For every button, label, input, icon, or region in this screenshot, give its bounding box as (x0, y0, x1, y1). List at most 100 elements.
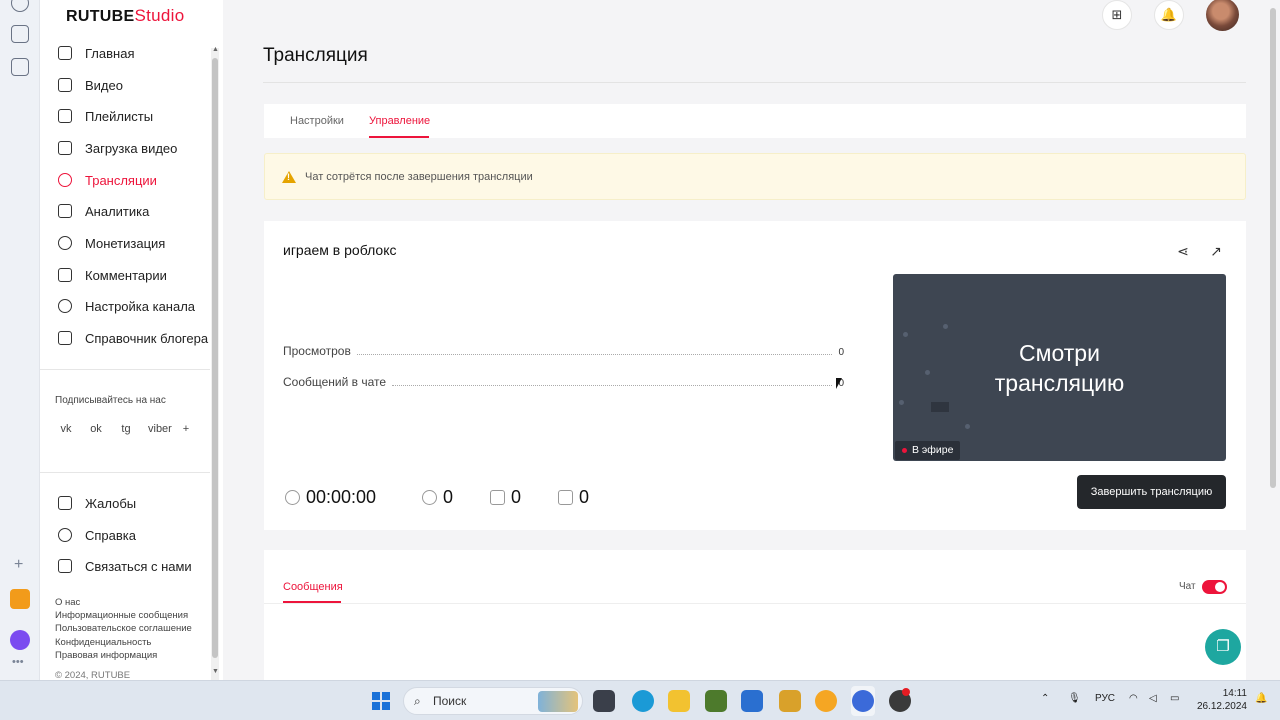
sidebar-item-complaints[interactable]: Жалобы (58, 492, 136, 514)
minecraft-icon[interactable] (705, 690, 727, 712)
divider (263, 82, 1246, 83)
upload-icon (58, 141, 72, 155)
plus-square-icon: ⊞ (1111, 7, 1123, 22)
sidebar-item-channel-settings[interactable]: Настройка канала (58, 295, 195, 317)
collections-icon[interactable] (11, 58, 29, 76)
warning-text: Чат сотрётся после завершения трансляции (305, 171, 533, 183)
share-icon[interactable]: ⋖ (1175, 243, 1191, 259)
chat-toggle-label: Чат (1179, 581, 1196, 592)
scroll-down-icon[interactable]: ▼ (212, 668, 219, 675)
notification-center-icon[interactable]: 🔔 (1255, 693, 1267, 704)
sidebar-item-playlists[interactable]: Плейлисты (58, 105, 153, 127)
footer-user-agreement[interactable]: Пользовательское соглашение (55, 623, 192, 634)
page-scrollbar[interactable] (1266, 0, 1280, 680)
support-chat-button[interactable]: ❐ (1205, 629, 1241, 665)
footer-info-messages[interactable]: Информационные сообщения (55, 610, 188, 621)
external-link-icon[interactable]: ↗ (1208, 243, 1224, 259)
sidebar-item-home[interactable]: Главная (58, 42, 134, 64)
sidebar-item-broadcasts[interactable]: Трансляции (58, 169, 157, 191)
mail-app-icon[interactable] (10, 589, 30, 609)
rutube-studio-logo[interactable]: RUTUBEStudio (66, 6, 184, 26)
messages-card: Сообщения Чат (264, 550, 1246, 680)
yandex-browser-icon[interactable] (852, 690, 874, 712)
language-indicator[interactable]: РУС (1095, 693, 1115, 704)
battery-icon[interactable]: ▭ (1170, 693, 1179, 704)
more-social-icon[interactable]: + (178, 421, 194, 437)
thumbs-up-icon (490, 490, 505, 505)
vk-icon[interactable]: vk (58, 421, 74, 437)
wifi-icon[interactable]: ◠ (1129, 693, 1138, 704)
sidebar: RUTUBEStudio Главная Видео Плейлисты Заг… (40, 0, 223, 681)
browser-app-icon[interactable] (815, 690, 837, 712)
store-icon[interactable] (741, 690, 763, 712)
footer-about[interactable]: О нас (55, 597, 80, 608)
sidebar-item-analytics[interactable]: Аналитика (58, 200, 149, 222)
question-icon[interactable] (11, 25, 29, 43)
tab-manage[interactable]: Управление (369, 115, 430, 127)
ok-icon[interactable]: ok (88, 421, 104, 437)
sidebar-item-contact[interactable]: Связаться с нами (58, 555, 192, 577)
home-icon (58, 46, 72, 60)
stream-card: играем в роблокс ⋖ ↗ Просмотров 0 Сообще… (264, 221, 1246, 530)
viewer-icon (422, 490, 437, 505)
video-icon (58, 78, 72, 92)
divider (40, 369, 210, 370)
taskbar-search[interactable]: ⌕ Поиск (403, 687, 583, 715)
scroll-up-icon[interactable]: ▲ (212, 46, 219, 53)
sidebar-item-handbook[interactable]: Справочник блогера (58, 327, 208, 349)
sidebar-scrollbar[interactable] (211, 48, 219, 680)
stream-preview[interactable]: Смотри трансляцию В эфире (893, 274, 1226, 461)
sidebar-item-video[interactable]: Видео (58, 74, 123, 96)
subscribe-label: Подписывайтесь на нас (55, 395, 166, 406)
sidebar-item-upload[interactable]: Загрузка видео (58, 137, 177, 159)
footer-legal[interactable]: Правовая информация (55, 650, 157, 661)
comment-icon (58, 268, 72, 282)
volume-icon[interactable]: ◁ (1149, 693, 1157, 704)
gear-icon (58, 299, 72, 313)
microphone-icon[interactable]: 🎙 (1068, 693, 1081, 704)
tab-messages[interactable]: Сообщения (283, 581, 343, 593)
handbook-icon (58, 331, 72, 345)
flag-icon (58, 496, 72, 510)
task-view-icon[interactable] (593, 690, 615, 712)
alice-icon[interactable] (10, 630, 30, 650)
add-icon[interactable]: + (14, 556, 23, 574)
mail-icon (58, 559, 72, 573)
app-icon[interactable] (779, 690, 801, 712)
sidebar-item-comments[interactable]: Комментарии (58, 264, 167, 286)
preview-caption: Смотри трансляцию (994, 340, 1125, 396)
help-icon (58, 528, 72, 542)
ruble-icon (58, 236, 72, 250)
tray-chevron-icon[interactable]: ⌃ (1041, 693, 1049, 704)
playlist-icon (58, 109, 72, 123)
avatar[interactable] (1206, 0, 1239, 31)
end-stream-button[interactable]: Завершить трансляцию (1077, 475, 1226, 509)
telegram-icon[interactable]: tg (118, 421, 134, 437)
stream-title: играем в роблокс (283, 242, 397, 258)
views-count: 0 (838, 347, 844, 358)
create-button[interactable]: ⊞ (1102, 0, 1132, 30)
analytics-icon (58, 204, 72, 218)
scrollbar-thumb[interactable] (212, 58, 218, 658)
windows-start-icon[interactable] (372, 692, 390, 710)
viber-icon[interactable]: viber (148, 421, 172, 437)
notifications-button[interactable]: 🔔 (1154, 0, 1184, 30)
taskbar-clock[interactable]: 14:11 26.12.2024 (1195, 687, 1247, 713)
bell-icon: 🔔 (1160, 7, 1178, 22)
browser-sidebar: + ••• (0, 0, 40, 680)
history-icon[interactable] (11, 0, 29, 12)
page-title: Трансляция (263, 45, 368, 66)
tab-settings[interactable]: Настройки (290, 115, 344, 127)
sidebar-item-help[interactable]: Справка (58, 524, 136, 546)
chat-toggle[interactable] (1202, 580, 1227, 594)
footer-privacy[interactable]: Конфиденциальность (55, 637, 151, 648)
edge-icon[interactable] (632, 690, 654, 712)
sidebar-item-monetization[interactable]: Монетизация (58, 232, 165, 254)
file-explorer-icon[interactable] (668, 690, 690, 712)
warning-banner: Чат сотрётся после завершения трансляции (264, 153, 1246, 200)
more-icon[interactable]: ••• (12, 656, 24, 668)
divider (40, 472, 210, 473)
scrollbar-thumb[interactable] (1270, 8, 1276, 488)
stat-chat-messages: Сообщений в чате 0 (283, 375, 844, 389)
viewers-count: 0 (422, 487, 453, 508)
